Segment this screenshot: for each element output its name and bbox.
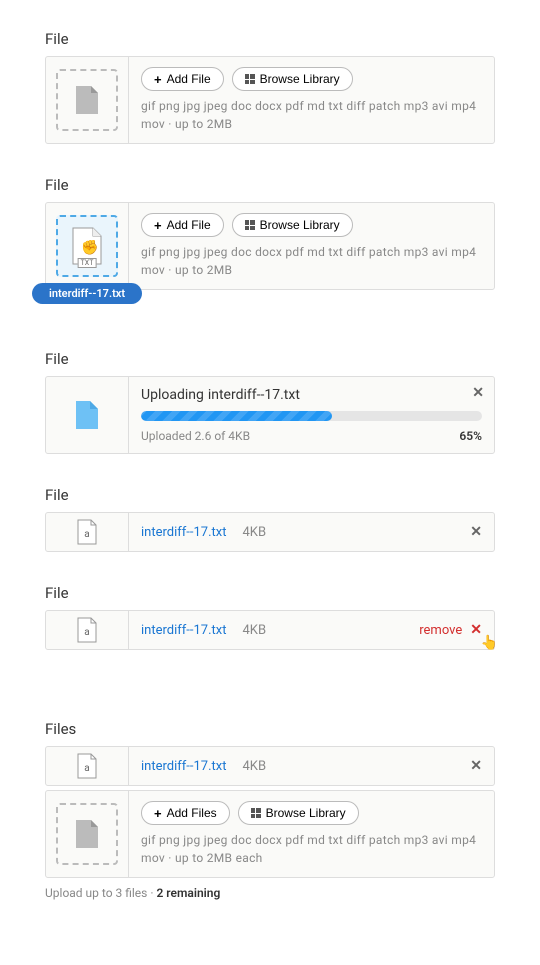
upload-body: Uploading interdiff--17.txt Uploaded 2.6… [129,377,494,453]
svg-text:a: a [84,763,89,774]
upload-limit-footer: Upload up to 3 files · 2 remaining [45,886,495,900]
file-row: interdiff--17.txt 4KB remove ✕ [129,611,494,649]
file-placeholder-icon [76,820,98,848]
browse-library-button[interactable]: Browse Library [232,213,353,237]
file-drop-card-active: ✊ TXT interdiff--17.txt + Add File Browse… [45,202,495,290]
icon-cell [46,377,129,453]
file-size: 4KB [242,623,266,638]
section-heading-file: File [45,30,495,48]
file-name-link[interactable]: interdiff--17.txt [141,623,226,638]
file-type-hint: gif png jpg jpeg doc docx pdf md txt dif… [141,97,482,133]
add-file-label: Add File [167,72,211,86]
browse-library-button[interactable]: Browse Library [232,67,353,91]
file-row: interdiff--17.txt 4KB ✕ [129,747,494,785]
drop-zone[interactable] [56,69,118,131]
cancel-upload-button[interactable]: ✕ [472,385,484,401]
uploaded-file-card-hover: a interdiff--17.txt 4KB remove ✕ 👆 [45,610,495,650]
dragged-filename-chip: interdiff--17.txt [32,283,142,304]
button-row: + Add File Browse Library [141,67,482,91]
icon-cell: a [46,747,129,785]
file-name-link[interactable]: interdiff--17.txt [141,759,226,774]
browse-label: Browse Library [260,218,340,232]
card-body: + Add File Browse Library gif png jpg jpe… [129,57,494,143]
add-file-button[interactable]: + Add File [141,67,224,91]
file-drop-card-multi: + Add Files Browse Library gif png jpg jp… [45,790,495,878]
upload-meta: Uploaded 2.6 of 4KB 65% [141,429,482,443]
add-files-button[interactable]: + Add Files [141,801,230,825]
document-icon: a [77,753,97,779]
uploading-card: Uploading interdiff--17.txt Uploaded 2.6… [45,376,495,454]
footer-prefix: Upload up to 3 files · [45,886,156,900]
plus-icon: + [154,219,162,232]
file-type-hint-multi: gif png jpg jpeg doc docx pdf md txt dif… [141,831,482,867]
drop-zone-container [46,791,129,877]
uploading-prefix: Uploading [141,387,204,403]
file-name-link[interactable]: interdiff--17.txt [141,525,226,540]
grid-icon [251,808,261,818]
section-heading-file: File [45,350,495,368]
file-icon-blue [76,401,98,429]
progress-fill [141,411,332,421]
uploaded-file-card: a interdiff--17.txt 4KB ✕ [45,746,495,786]
document-icon: a [77,617,97,643]
section-heading-files: Files [45,720,495,738]
card-body: + Add Files Browse Library gif png jpg jp… [129,791,494,877]
card-body: + Add File Browse Library gif png jpg jpe… [129,203,494,289]
add-file-label: Add File [167,218,211,232]
section-heading-file: File [45,176,495,194]
svg-text:a: a [84,529,89,540]
file-row: interdiff--17.txt 4KB ✕ [129,513,494,551]
button-row: + Add File Browse Library [141,213,482,237]
add-files-label: Add Files [167,806,217,820]
footer-remaining: 2 remaining [156,886,220,900]
file-size: 4KB [242,759,266,774]
drop-zone-container: ✊ TXT interdiff--17.txt [46,203,129,289]
section-heading-file: File [45,584,495,602]
browse-label: Browse Library [260,72,340,86]
browse-library-button[interactable]: Browse Library [238,801,359,825]
upload-progress-text: Uploaded 2.6 of 4KB [141,429,250,443]
upload-percent: 65% [459,429,482,443]
grab-cursor-icon: ✊ [81,240,98,256]
icon-cell: a [46,611,129,649]
grid-icon [245,220,255,230]
plus-icon: + [154,73,162,86]
remove-label: remove [419,623,462,638]
section-heading-file: File [45,486,495,504]
file-type-hint: gif png jpg jpeg doc docx pdf md txt dif… [141,243,482,279]
add-file-button[interactable]: + Add File [141,213,224,237]
file-size: 4KB [242,525,266,540]
remove-file-button[interactable]: ✕ [470,524,482,540]
browse-label: Browse Library [266,806,346,820]
file-drop-card: + Add File Browse Library gif png jpg jpe… [45,56,495,144]
icon-cell: a [46,513,129,551]
svg-text:a: a [84,627,89,638]
progress-bar [141,411,482,421]
file-ext-label: TXT [78,258,97,268]
drop-zone-container [46,57,129,143]
dragged-file-icon: ✊ TXT [71,226,103,266]
button-row: + Add Files Browse Library [141,801,482,825]
grid-icon [245,74,255,84]
upload-title: Uploading interdiff--17.txt [141,387,482,403]
remove-file-button[interactable]: ✕ [470,758,482,774]
drop-zone-active[interactable]: ✊ TXT [56,215,118,277]
file-placeholder-icon [76,86,98,114]
pointer-cursor-icon: 👆 [481,635,498,651]
uploaded-file-card: a interdiff--17.txt 4KB ✕ [45,512,495,552]
drop-zone[interactable] [56,803,118,865]
plus-icon: + [154,807,162,820]
document-icon: a [77,519,97,545]
uploading-filename: interdiff--17.txt [208,387,300,403]
